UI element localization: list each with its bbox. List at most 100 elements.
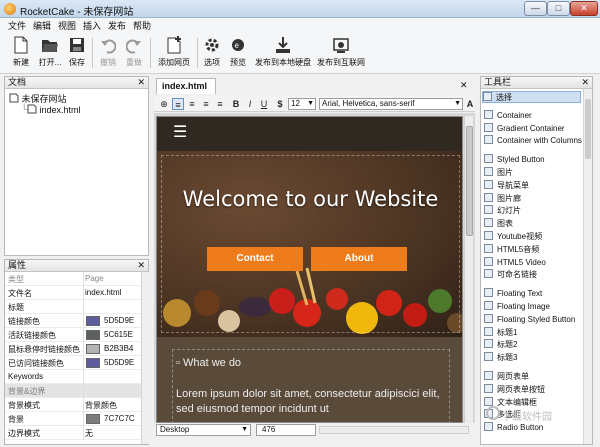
tool-item[interactable]: Gradient Container	[484, 122, 565, 135]
website-hero[interactable]: Welcome to our Website Contact About	[157, 151, 462, 337]
menu-insert[interactable]: 插入	[83, 19, 101, 32]
tool-item[interactable]: Youtube视频	[484, 231, 542, 243]
viewport-select[interactable]: Desktop ▼	[156, 424, 251, 436]
maximize-button[interactable]: □	[547, 1, 570, 16]
tab-close-icon[interactable]: ✕	[460, 80, 468, 91]
tool-item[interactable]: 导航菜单	[484, 179, 529, 192]
property-row[interactable]: 链接颜色 5D5D9E	[5, 314, 141, 328]
dollar-icon[interactable]: $	[274, 98, 286, 110]
tool-item[interactable]: 网页表单按钮	[484, 383, 545, 396]
section-heading[interactable]: ▫ What we do	[176, 357, 241, 369]
color-swatch[interactable]	[86, 344, 100, 354]
tab-index-html[interactable]: index.html	[156, 78, 216, 94]
tool-item[interactable]: 网页表单	[484, 371, 529, 383]
tool-item[interactable]: 图片	[484, 167, 513, 179]
tool-item[interactable]: 标题2	[484, 339, 517, 351]
tree-item-page[interactable]: index.html	[27, 104, 81, 115]
property-row[interactable]: 类型 Page	[5, 272, 141, 286]
menu-view[interactable]: 视图	[58, 19, 76, 32]
property-row[interactable]: 标题	[5, 300, 141, 314]
save-button[interactable]: 保存	[66, 34, 88, 72]
menu-edit[interactable]: 编辑	[33, 19, 51, 32]
tool-icon	[484, 256, 493, 266]
hamburger-menu-icon[interactable]: ☰	[173, 125, 187, 141]
canvas-scroll-thumb[interactable]	[466, 126, 473, 236]
font-family-select[interactable]: Arial, Helvetica, sans-serif ▼	[319, 98, 463, 110]
text-color-icon[interactable]: A	[464, 98, 476, 110]
menu-publish[interactable]: 发布	[108, 19, 126, 32]
undo-button[interactable]: 撤销	[97, 34, 119, 72]
preview-button[interactable]: e 预览	[227, 34, 249, 72]
canvas-vertical-scrollbar[interactable]	[464, 116, 473, 423]
align-center-icon[interactable]: ≡	[186, 98, 198, 110]
tool-item[interactable]: 标题3	[484, 352, 517, 364]
underline-icon[interactable]: U	[258, 98, 270, 110]
section-body-text[interactable]: Lorem ipsum dolor sit amet, consectetur …	[176, 387, 456, 417]
website-nav-bar[interactable]: ☰	[157, 117, 462, 151]
add-page-button[interactable]: 添加网页	[155, 34, 193, 72]
tools-scroll-thumb[interactable]	[585, 99, 591, 159]
canvas-horizontal-scrollbar[interactable]	[319, 426, 469, 434]
close-window-button[interactable]: ✕	[570, 1, 598, 16]
tool-item[interactable]: 选择	[482, 91, 581, 103]
tool-item[interactable]: Styled Button	[484, 154, 545, 166]
tool-item[interactable]: Floating Image	[484, 301, 550, 313]
color-swatch[interactable]	[86, 330, 100, 340]
toolbar-separator	[150, 38, 151, 68]
property-row[interactable]: 活跃链接颜色 5C615E	[5, 328, 141, 342]
website-content-section[interactable]: ▫ What we do Lorem ipsum dolor sit amet,…	[157, 337, 462, 422]
color-swatch[interactable]	[86, 358, 100, 368]
design-canvas[interactable]: ☰ Welcome to our Website Contact About ▫…	[154, 113, 475, 423]
property-row[interactable]: 文件名 index.html	[5, 286, 141, 300]
options-button[interactable]: 选项	[201, 34, 223, 72]
property-row[interactable]: 已访问链接颜色 5D5D9E	[5, 356, 141, 370]
property-value: 背景颜色	[85, 401, 117, 410]
properties-scrollbar[interactable]	[141, 272, 149, 444]
documents-panel-close-icon[interactable]: ✕	[137, 77, 145, 88]
properties-panel-close-icon[interactable]: ✕	[137, 260, 145, 271]
tool-item[interactable]: 可命名链接	[484, 269, 537, 281]
link-icon[interactable]: ⊕	[158, 98, 170, 110]
redo-button[interactable]: 重做	[123, 34, 145, 72]
align-left-icon[interactable]: ≡	[172, 98, 184, 110]
website-preview[interactable]: ☰ Welcome to our Website Contact About ▫…	[156, 116, 463, 423]
contact-button[interactable]: Contact	[207, 247, 303, 271]
publish-local-button[interactable]: 发布到本地硬盘	[254, 34, 312, 72]
hero-title[interactable]: Welcome to our Website	[157, 187, 462, 211]
tool-item[interactable]: HTML5 Video	[484, 256, 546, 269]
tool-item[interactable]: Floating Styled Button	[484, 313, 575, 326]
tool-item[interactable]: HTML5音频	[484, 243, 539, 256]
tool-item[interactable]: 图片廊	[484, 192, 521, 205]
open-button[interactable]: 打开...	[36, 34, 64, 72]
align-right-icon[interactable]: ≡	[200, 98, 212, 110]
minimize-button[interactable]: —	[524, 1, 547, 16]
property-row[interactable]: 背景&边界	[5, 384, 141, 398]
menu-help[interactable]: 帮助	[133, 19, 151, 32]
tool-item[interactable]: 图表	[484, 218, 513, 230]
publish-web-button[interactable]: 发布到互联网	[316, 34, 366, 72]
property-row[interactable]: 鼠标悬停时链接颜色 B2B3B4	[5, 342, 141, 356]
new-button[interactable]: 新建	[8, 34, 34, 72]
property-row[interactable]: Keywords	[5, 370, 141, 384]
canvas-width-field[interactable]: 476	[256, 424, 316, 436]
tool-item[interactable]: Radio Button	[484, 422, 543, 434]
property-row[interactable]: 边界模式 无	[5, 426, 141, 440]
tool-item[interactable]: 标题1	[484, 326, 517, 339]
property-row[interactable]: 背景 7C7C7C	[5, 412, 141, 426]
menu-file[interactable]: 文件	[8, 19, 26, 32]
color-swatch[interactable]	[86, 414, 100, 424]
tool-item[interactable]: Floating Text	[484, 288, 542, 300]
tool-item[interactable]: Container with Columns	[484, 135, 582, 147]
align-justify-icon[interactable]: ≡	[214, 98, 226, 110]
property-row[interactable]: 背景模式 背景颜色	[5, 398, 141, 412]
tool-item[interactable]: Container	[484, 109, 532, 122]
tool-item[interactable]: 幻灯片	[484, 205, 521, 217]
about-button[interactable]: About	[311, 247, 407, 271]
bold-icon[interactable]: B	[230, 98, 242, 110]
tools-scrollbar[interactable]	[583, 89, 592, 444]
italic-icon[interactable]: I	[244, 98, 256, 110]
download-drive-icon	[276, 37, 290, 53]
color-swatch[interactable]	[86, 316, 100, 326]
tools-panel-close-icon[interactable]: ✕	[581, 77, 589, 88]
font-size-select[interactable]: 12 ▼	[288, 98, 316, 110]
